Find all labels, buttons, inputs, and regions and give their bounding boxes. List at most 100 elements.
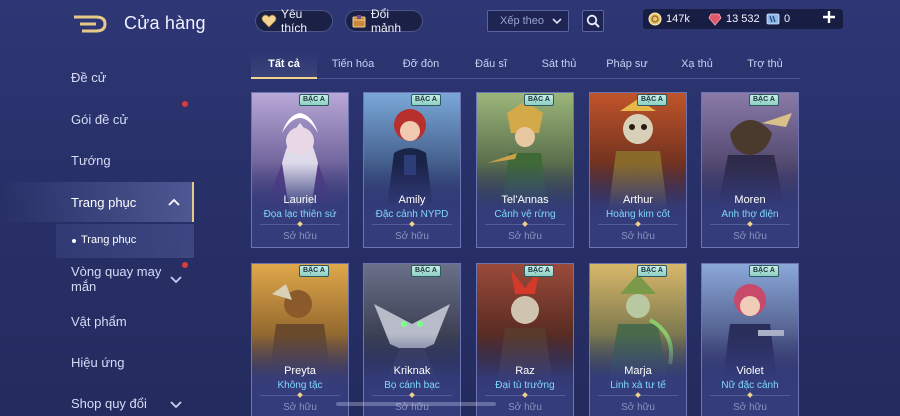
fragment-chest-icon <box>351 13 367 29</box>
sidebar-item-label: Tướng <box>71 153 111 168</box>
skin-card[interactable]: BẬC A Lauriel Đọa lạc thiên sứ Sở hữu <box>251 92 349 248</box>
tab-evolution[interactable]: Tiến hóa <box>321 51 385 78</box>
skin-name: Hoàng kim cốt <box>606 209 670 220</box>
skin-name: Nữ đặc cảnh <box>721 380 779 391</box>
rarity-badge: BẬC A <box>749 265 779 277</box>
category-tabs: Tất cả Tiến hóa Đỡ đòn Đấu sĩ Sát thủ Ph… <box>251 51 800 79</box>
plus-icon <box>823 11 835 23</box>
hero-name: Lauriel <box>283 194 317 206</box>
rarity-badge: BẬC A <box>524 265 554 277</box>
tab-tank[interactable]: Đỡ đòn <box>391 51 451 78</box>
sidebar-item-recommended-packs[interactable]: Gói đề cử <box>0 98 194 138</box>
skin-name: Đại tù trưởng <box>495 380 555 391</box>
sidebar-item-heroes[interactable]: Tướng <box>0 140 194 180</box>
tab-fighter[interactable]: Đấu sĩ <box>461 51 521 78</box>
voucher-balance: 147k <box>648 9 690 29</box>
owned-status: Sở hữu <box>733 402 767 413</box>
sidebar-item-exchange-shop[interactable]: Shop quy đổi <box>0 390 194 416</box>
card-divider <box>598 395 678 396</box>
skin-card[interactable]: BẬC A Raz Đại tù trưởng Sở hữu <box>476 263 574 416</box>
sidebar-item-effects[interactable]: Hiệu ứng <box>0 348 194 388</box>
exchange-fragments-button[interactable]: Đổi mảnh <box>345 7 423 35</box>
rarity-badge: BẬC A <box>524 94 554 106</box>
sidebar-item-label: Vật phẩm <box>71 314 127 329</box>
sidebar-item-label: Đề cử <box>71 70 107 85</box>
ruby-gem-icon <box>708 12 722 26</box>
skin-card[interactable]: BẬC A Moren Anh thợ điện Sở hữu <box>701 92 799 248</box>
sidebar-item-label: Trang phục <box>71 195 137 210</box>
sidebar-item-label: Vòng quay may mắn <box>71 264 162 294</box>
skin-name: Anh thợ điện <box>721 209 779 220</box>
ticket-icon <box>766 12 780 26</box>
back-arrow-icon <box>74 15 107 33</box>
chevron-up-icon <box>168 195 180 213</box>
favorites-label: Yêu thích <box>281 7 308 35</box>
rarity-badge: BẬC A <box>299 265 329 277</box>
search-icon <box>586 14 600 28</box>
notification-dot <box>182 101 188 107</box>
rarity-badge: BẬC A <box>637 94 667 106</box>
skin-card[interactable]: BẬC A Violet Nữ đặc cảnh Sở hữu <box>701 263 799 416</box>
sidebar-item-lucky-spin[interactable]: Vòng quay may mắn <box>0 260 194 304</box>
ticket-balance: 0 <box>766 9 790 29</box>
owned-status: Sở hữu <box>283 402 317 413</box>
voucher-coin-icon <box>648 12 662 26</box>
skin-name: Đọa lạc thiên sứ <box>263 209 337 220</box>
card-divider <box>485 395 565 396</box>
heart-icon <box>261 13 277 29</box>
favorites-button[interactable]: Yêu thích <box>255 7 333 35</box>
skin-card[interactable]: BẬC A Amily Đặc cảnh NYPD Sở hữu <box>363 92 461 248</box>
gem-amount: 13 532 <box>726 13 760 25</box>
sort-dropdown[interactable]: Xếp theo <box>487 10 569 32</box>
top-up-plus-button[interactable] <box>819 8 839 28</box>
card-divider <box>710 224 790 225</box>
card-divider <box>260 224 340 225</box>
sidebar-item-label: Hiệu ứng <box>71 355 125 370</box>
card-divider <box>710 395 790 396</box>
owned-status: Sở hữu <box>621 231 655 242</box>
hero-name: Marja <box>624 365 652 377</box>
skin-card[interactable]: BẬC A Preyta Không tặc Sở hữu <box>251 263 349 416</box>
page-title: Cửa hàng <box>124 13 206 33</box>
skin-card[interactable]: BẬC A Arthur Hoàng kim cốt Sở hữu <box>589 92 687 248</box>
hero-name: Preyta <box>284 365 316 377</box>
hero-name: Tel'Annas <box>501 194 549 206</box>
tab-all[interactable]: Tất cả <box>251 51 317 79</box>
hero-name: Arthur <box>623 194 653 206</box>
sidebar-subitem-skins[interactable]: Trang phục <box>56 224 194 258</box>
sidebar-item-recommended[interactable]: Đề cử <box>0 56 194 96</box>
home-indicator-bar <box>336 402 496 406</box>
tab-assassin[interactable]: Sát thủ <box>529 51 589 78</box>
chevron-down-icon <box>552 16 562 29</box>
skin-name: Linh xà tư tế <box>610 380 666 391</box>
sidebar: Đề cử Gói đề cử Tướng Trang phục Trang p… <box>0 54 194 416</box>
hero-name: Moren <box>734 194 766 206</box>
hero-name: Violet <box>736 365 764 377</box>
skin-card[interactable]: BẬC A Tel'Annas Cảnh vệ rừng Sở hữu <box>476 92 574 248</box>
skin-name: Cảnh vệ rừng <box>494 209 556 220</box>
card-divider <box>260 395 340 396</box>
tab-support[interactable]: Trợ thủ <box>735 51 795 78</box>
sidebar-item-label: Shop quy đổi <box>71 396 147 411</box>
chevron-down-icon <box>170 271 182 289</box>
skin-name: Không tặc <box>277 380 323 391</box>
rarity-badge: BẬC A <box>637 265 667 277</box>
notification-dot <box>182 262 188 268</box>
rarity-badge: BẬC A <box>749 94 779 106</box>
owned-status: Sở hữu <box>395 231 429 242</box>
skin-name: Đặc cảnh NYPD <box>375 209 449 220</box>
gem-balance: 13 532 <box>708 9 760 29</box>
sidebar-item-skins[interactable]: Trang phục <box>0 182 194 222</box>
skin-card[interactable]: BẬC A Marja Linh xà tư tế Sở hữu <box>589 263 687 416</box>
tab-mage[interactable]: Pháp sư <box>597 51 657 78</box>
back-button[interactable] <box>72 13 108 35</box>
card-divider <box>598 224 678 225</box>
sidebar-item-items[interactable]: Vật phẩm <box>0 306 194 346</box>
tab-marksman[interactable]: Xạ thủ <box>667 51 727 78</box>
skin-card[interactable]: BẬC A Kriknak Bọ cánh bạc Sở hữu <box>363 263 461 416</box>
card-divider <box>372 395 452 396</box>
owned-status: Sở hữu <box>508 231 542 242</box>
search-button[interactable] <box>582 10 604 32</box>
owned-status: Sở hữu <box>283 231 317 242</box>
skin-name: Bọ cánh bạc <box>384 380 440 391</box>
